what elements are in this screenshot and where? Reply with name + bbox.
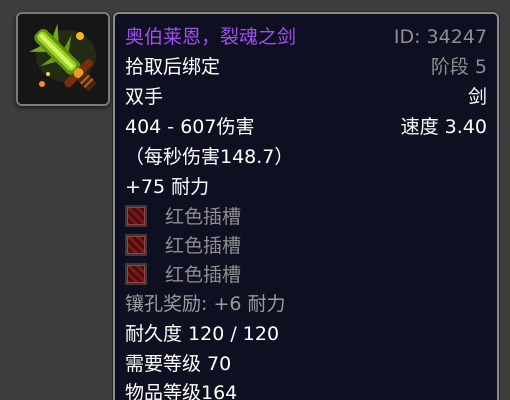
- stamina-stat: +75 耐力: [125, 176, 210, 198]
- socket-bonus: 镶孔奖励: +6 耐力: [125, 293, 286, 315]
- damage-per-second: （每秒伤害148.7）: [125, 146, 294, 168]
- item-tooltip: 奥伯莱恩，裂魂之剑 ID: 34247 拾取后绑定 阶段 5 双手 剑 404 …: [113, 12, 499, 400]
- red-socket-icon: [125, 234, 147, 256]
- item-slot: 双手: [125, 86, 164, 108]
- socket-label: 红色插槽: [165, 206, 242, 228]
- item-type: 剑: [467, 86, 487, 108]
- red-socket-icon: [125, 263, 147, 285]
- red-socket-icon: [125, 205, 147, 227]
- bind-row: 拾取后绑定 阶段 5: [125, 52, 487, 82]
- phase-label: 阶段 5: [430, 56, 487, 78]
- slot-row: 双手 剑: [125, 82, 487, 112]
- damage-row: 404 - 607伤害 速度 3.40: [125, 112, 487, 142]
- socket-row: 红色插槽: [125, 202, 487, 232]
- item-id: ID: 34247: [393, 26, 487, 48]
- bind-type: 拾取后绑定: [125, 56, 221, 78]
- weapon-speed: 速度 3.40: [400, 116, 487, 138]
- item-level-row: 物品等级164: [125, 378, 487, 400]
- socket-bonus-row: 镶孔奖励: +6 耐力: [125, 289, 487, 319]
- required-level-row: 需要等级 70: [125, 349, 487, 379]
- damage-range: 404 - 607伤害: [125, 116, 255, 138]
- page: 奥伯莱恩，裂魂之剑 ID: 34247 拾取后绑定 阶段 5 双手 剑 404 …: [0, 0, 510, 400]
- dps-row: （每秒伤害148.7）: [125, 142, 487, 172]
- required-level: 需要等级 70: [125, 353, 232, 375]
- item-level: 物品等级164: [125, 382, 238, 400]
- socket-label: 红色插槽: [165, 235, 242, 257]
- durability-row: 耐久度 120 / 120: [125, 319, 487, 349]
- socket-label: 红色插槽: [165, 264, 242, 286]
- durability: 耐久度 120 / 120: [125, 323, 280, 345]
- sword-icon[interactable]: [16, 12, 110, 106]
- stat-row: +75 耐力: [125, 172, 487, 202]
- socket-row: 红色插槽: [125, 231, 487, 261]
- socket-row: 红色插槽: [125, 260, 487, 290]
- item-name: 奥伯莱恩，裂魂之剑: [125, 26, 297, 48]
- item-name-row: 奥伯莱恩，裂魂之剑 ID: 34247: [125, 22, 487, 52]
